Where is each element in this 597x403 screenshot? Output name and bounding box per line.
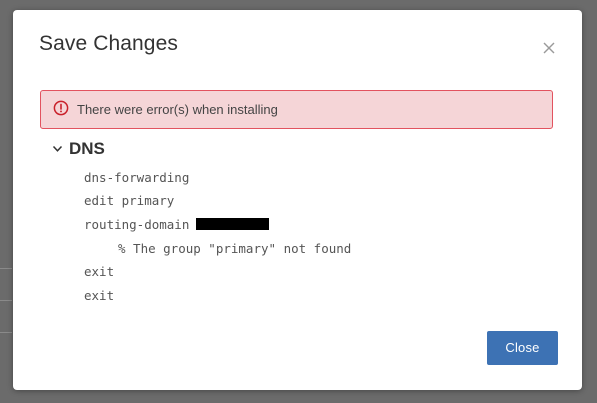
close-button[interactable]: Close	[487, 331, 558, 365]
config-line: exit	[84, 288, 115, 303]
config-line: routing-domain	[84, 217, 270, 233]
config-line: dns-forwarding	[84, 170, 190, 185]
save-changes-dialog: Save Changes There were error(s) when in…	[13, 10, 582, 390]
chevron-down-icon	[52, 145, 63, 153]
backdrop-detail	[0, 300, 12, 301]
close-icon[interactable]	[541, 40, 557, 56]
config-line: exit	[84, 264, 115, 279]
error-alert: There were error(s) when installing	[40, 90, 553, 129]
backdrop-detail	[0, 268, 12, 269]
config-line: edit primary	[84, 193, 175, 208]
alert-message: There were error(s) when installing	[77, 102, 278, 117]
redacted-block	[196, 218, 270, 230]
config-line-text: routing-domain	[84, 217, 190, 232]
error-circle-icon	[53, 100, 69, 116]
dialog-title: Save Changes	[39, 32, 178, 55]
error-line: % The group "primary" not found	[118, 241, 352, 256]
section-title: DNS	[69, 139, 105, 158]
backdrop-detail	[0, 332, 12, 333]
